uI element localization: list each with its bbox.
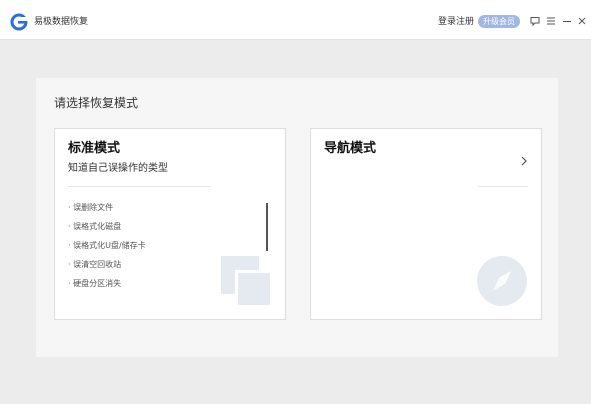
standard-mode-card[interactable]: 标准模式 知道自己误操作的类型 · 误删除文件 · 误格式化磁盘 · 误格式化U… (54, 128, 286, 320)
login-register-link[interactable]: 登录注册 (438, 16, 474, 28)
list-item: · 误删除文件 (68, 203, 114, 212)
list-item: · 误格式化U盘/储存卡 (68, 241, 146, 250)
navigation-mode-card[interactable]: 导航模式 (310, 128, 542, 320)
copy-icon (221, 256, 273, 308)
scenario-list: · 误删除文件 · 误格式化磁盘 · 误格式化U盘/储存卡 · 误清空回收站 ·… (68, 203, 146, 298)
logo-icon (10, 13, 28, 31)
list-item: · 误清空回收站 (68, 260, 122, 269)
list-item: · 硬盘分区消失 (68, 279, 122, 288)
card-subtitle: 知道自己误操作的类型 (68, 163, 168, 174)
scrollbar-thumb[interactable] (266, 203, 268, 251)
list-item: · 误格式化磁盘 (68, 222, 122, 231)
panel-heading: 请选择恢复模式 (54, 96, 139, 110)
close-icon[interactable] (576, 15, 588, 27)
app-title: 易极数据恢复 (34, 17, 89, 27)
menu-icon[interactable] (545, 15, 557, 27)
compass-icon (477, 256, 527, 306)
title-bar: 易极数据恢复 登录注册 升级会员 (0, 0, 591, 40)
divider (478, 186, 528, 187)
minimize-icon[interactable] (561, 15, 573, 27)
card-title: 导航模式 (324, 141, 377, 156)
mode-selection-panel: 请选择恢复模式 标准模式 知道自己误操作的类型 · 误删除文件 · 误格式化磁盘… (36, 78, 558, 357)
feedback-icon[interactable] (529, 15, 541, 27)
divider (68, 186, 211, 187)
chevron-right-icon[interactable] (519, 155, 529, 167)
card-title: 标准模式 (68, 141, 121, 156)
upgrade-vip-button[interactable]: 升级会员 (478, 15, 520, 28)
